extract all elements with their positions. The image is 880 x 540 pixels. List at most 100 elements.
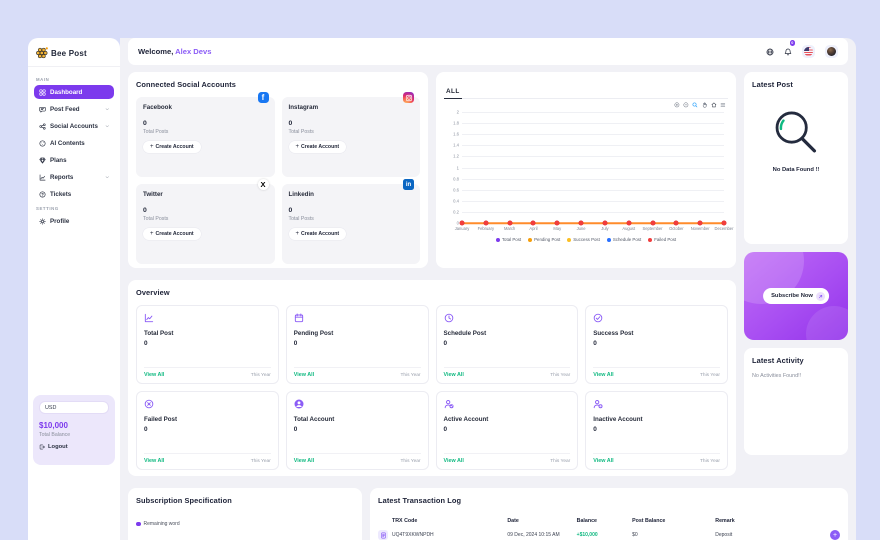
legend-item-schedule-post[interactable]: Schedule Post: [607, 237, 641, 242]
sidebar-item-ai-contents[interactable]: AI Contents: [34, 136, 114, 150]
document-icon: [378, 530, 388, 540]
overview-grid: Total Post 0 View All This Year Pending …: [136, 305, 728, 470]
facebook-icon: f: [258, 92, 269, 103]
data-marker[interactable]: [651, 221, 655, 225]
menu-icon[interactable]: [720, 102, 726, 109]
gridline: [462, 190, 724, 191]
notifications-button[interactable]: 0: [784, 43, 792, 61]
x-axis-label: February: [478, 226, 494, 231]
nav-item-label: Profile: [50, 218, 69, 225]
language-flag-button[interactable]: [802, 45, 815, 58]
gridline: [462, 123, 724, 124]
y-axis-tick: 1.8: [453, 121, 459, 126]
sidebar-item-profile[interactable]: Profile: [34, 214, 114, 228]
data-marker[interactable]: [722, 221, 726, 225]
sidebar-item-dashboard[interactable]: Dashboard: [34, 85, 114, 99]
nav-item-label: Reports: [50, 174, 73, 181]
overview-card-footer: View All This Year: [444, 453, 571, 464]
create-account-button[interactable]: + Create Account: [289, 228, 347, 240]
sidebar-item-social-accounts[interactable]: Social Accounts: [34, 119, 114, 133]
legend-item-total-post[interactable]: Total Post: [496, 237, 521, 242]
data-marker[interactable]: [698, 221, 702, 225]
logout-button[interactable]: Logout: [39, 444, 109, 450]
social-name: Linkedin: [289, 191, 414, 198]
data-marker[interactable]: [531, 221, 535, 225]
subscription-spec-title: Subscription Specification: [136, 496, 354, 505]
overview-card-footer: View All This Year: [294, 367, 421, 378]
gridline: [462, 112, 724, 113]
selection-zoom-icon[interactable]: [692, 102, 698, 109]
data-marker[interactable]: [579, 221, 583, 225]
data-marker[interactable]: [627, 221, 631, 225]
data-marker[interactable]: [555, 221, 559, 225]
overview-card-value: 0: [294, 426, 421, 433]
create-account-button[interactable]: + Create Account: [143, 228, 201, 240]
create-account-label: Create Account: [156, 231, 194, 237]
overview-card-value: 0: [294, 340, 421, 347]
user-avatar[interactable]: [825, 45, 838, 58]
transaction-row[interactable]: UQ4T9XKWNPDH 09 Dec, 2024 10:15 AM +$10,…: [378, 530, 840, 540]
data-marker[interactable]: [460, 221, 464, 225]
view-all-link[interactable]: View All: [294, 372, 314, 378]
nav-item-label: Tickets: [50, 191, 71, 198]
nav-item-label: Social Accounts: [50, 123, 98, 130]
legend-item-failed-post[interactable]: Failed Post: [648, 237, 676, 242]
latest-activity-card: Latest Activity No Activities Found!!: [744, 348, 848, 455]
view-all-link[interactable]: View All: [444, 458, 464, 464]
overview-card-title: Pending Post: [294, 330, 421, 337]
logo-text: Bee Post: [51, 49, 87, 58]
create-account-button[interactable]: + Create Account: [289, 141, 347, 153]
view-all-link[interactable]: View All: [593, 372, 613, 378]
sidebar-item-tickets[interactable]: Tickets: [34, 187, 114, 201]
pan-icon[interactable]: [702, 102, 708, 109]
view-all-link[interactable]: View All: [593, 458, 613, 464]
create-account-label: Create Account: [301, 231, 339, 237]
view-all-link[interactable]: View All: [444, 372, 464, 378]
view-all-link[interactable]: View All: [144, 458, 164, 464]
period-label: This Year: [401, 459, 421, 464]
legend-label: Pending Post: [534, 237, 560, 242]
profile-icon: [39, 218, 46, 225]
total-posts-value: 0: [143, 120, 268, 127]
view-all-link[interactable]: View All: [294, 458, 314, 464]
nav-section-label: SETTING: [36, 206, 112, 211]
trx-remark: Deposit: [715, 532, 732, 538]
subscription-specification-card: Subscription Specification Remaining wor…: [128, 488, 362, 540]
zoom-out-icon[interactable]: [683, 102, 689, 109]
period-label: This Year: [700, 459, 720, 464]
data-marker[interactable]: [508, 221, 512, 225]
tickets-icon: [39, 191, 46, 198]
language-globe-icon[interactable]: [766, 48, 774, 56]
transaction-log-title: Latest Transaction Log: [378, 496, 840, 505]
overview-card-footer: View All This Year: [593, 453, 720, 464]
legend-label: Total Post: [502, 237, 521, 242]
total-posts-caption: Total Posts: [289, 216, 414, 222]
calendar-icon: [294, 313, 421, 323]
data-marker[interactable]: [674, 221, 678, 225]
sidebar-item-reports[interactable]: Reports: [34, 170, 114, 184]
sidebar-nav: MAIN Dashboard Post Feed Social Accounts…: [28, 67, 120, 236]
home-icon[interactable]: [711, 102, 717, 109]
data-marker[interactable]: [484, 221, 488, 225]
zoom-in-icon[interactable]: [674, 102, 680, 109]
social-section-title: Connected Social Accounts: [136, 80, 420, 89]
overview-card-title: Success Post: [593, 330, 720, 337]
currency-select[interactable]: USD: [39, 401, 109, 414]
arrow-up-right-icon: [816, 292, 825, 301]
tab-all[interactable]: ALL: [444, 88, 462, 99]
transaction-table-header: TRX CodeDateBalancePost BalanceRemark: [378, 518, 840, 524]
data-marker[interactable]: [603, 221, 607, 225]
transaction-table-body: UQ4T9XKWNPDH 09 Dec, 2024 10:15 AM +$10,…: [378, 530, 840, 540]
view-all-link[interactable]: View All: [144, 372, 164, 378]
sidebar-item-plans[interactable]: Plans: [34, 153, 114, 167]
legend-item-success-post[interactable]: Success Post: [567, 237, 600, 242]
logo[interactable]: Bee Post: [28, 38, 120, 67]
x-axis-label: April: [529, 226, 537, 231]
expand-row-button[interactable]: +: [830, 530, 840, 540]
chart-plot[interactable]: 2 1.8 1.6 1.4 1.2 1 0.8 0.6 0.4 0.2 0: [462, 112, 724, 223]
subscribe-now-button[interactable]: Subscribe Now: [763, 288, 829, 304]
sidebar-item-post-feed[interactable]: Post Feed: [34, 102, 114, 116]
legend-item-pending-post[interactable]: Pending Post: [528, 237, 560, 242]
post-feed-icon: [39, 106, 46, 113]
create-account-button[interactable]: + Create Account: [143, 141, 201, 153]
